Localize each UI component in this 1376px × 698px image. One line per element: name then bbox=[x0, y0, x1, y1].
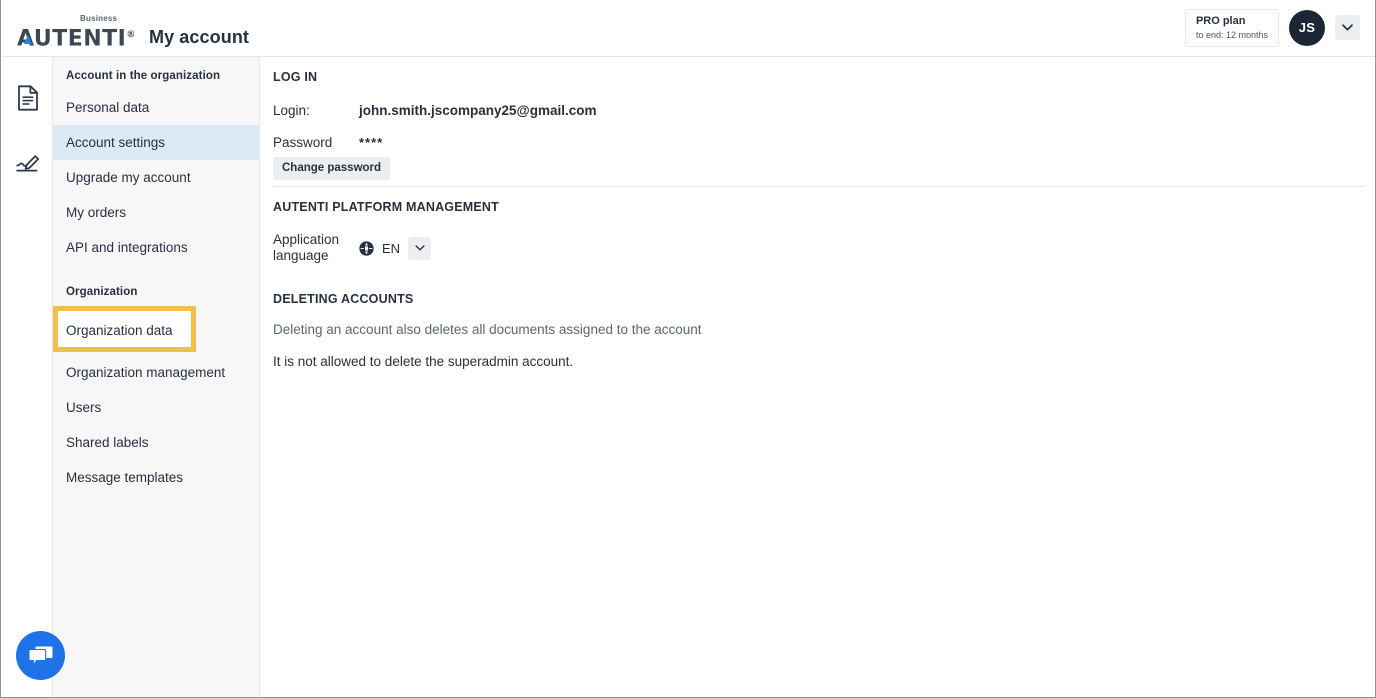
sidebar-item-organization-management[interactable]: Organization management bbox=[53, 355, 259, 390]
document-icon bbox=[17, 84, 38, 111]
avatar-initials: JS bbox=[1298, 20, 1316, 36]
logo-triangle-accent bbox=[24, 35, 32, 44]
deleting-section-notice: It is not allowed to delete the superadm… bbox=[273, 354, 574, 369]
language-dropdown-button[interactable] bbox=[408, 236, 432, 260]
section-divider bbox=[273, 186, 1365, 187]
header-right-cluster: PRO plan to end: 12 months JS bbox=[1184, 9, 1360, 47]
chevron-down-icon bbox=[415, 245, 425, 251]
login-section-heading: LOG IN bbox=[273, 70, 318, 84]
logo-wordmark: AUTENTI® bbox=[17, 26, 136, 52]
plan-badge[interactable]: PRO plan to end: 12 months bbox=[1184, 9, 1279, 47]
plan-name: PRO plan bbox=[1195, 15, 1246, 27]
language-value: EN bbox=[382, 240, 401, 256]
sidebar-item-upgrade-my-account[interactable]: Upgrade my account bbox=[53, 160, 259, 195]
logo-business-label: Business bbox=[80, 14, 118, 23]
chat-widget-button[interactable] bbox=[16, 631, 65, 680]
login-value: john.smith.jscompany25@gmail.com bbox=[359, 103, 597, 118]
application-language-row: Application language EN bbox=[273, 232, 499, 264]
sidebar-item-organization-data-wrapper: Organization data bbox=[53, 306, 259, 355]
login-section: LOG IN Login: john.smith.jscompany25@gma… bbox=[273, 70, 596, 180]
sidebar-item-my-orders[interactable]: My orders bbox=[53, 195, 259, 230]
page-title: My account bbox=[149, 27, 250, 47]
chevron-down-icon bbox=[1342, 24, 1353, 31]
sidebar-item-personal-data[interactable]: Personal data bbox=[53, 90, 259, 125]
app-header: Business AUTENTI® My account PRO plan to… bbox=[2, 0, 1375, 57]
login-row: Login: john.smith.jscompany25@gmail.com bbox=[273, 103, 596, 118]
password-masked-value: **** bbox=[359, 135, 384, 150]
application-language-label: Application language bbox=[273, 232, 340, 263]
signature-pen-icon bbox=[15, 154, 39, 172]
deleting-section-heading: DELETING ACCOUNTS bbox=[273, 292, 414, 306]
platform-management-section: AUTENTI PLATFORM MANAGEMENT Application l… bbox=[273, 200, 499, 264]
sidebar-item-account-settings[interactable]: Account settings bbox=[53, 125, 259, 160]
rail-item-signatures[interactable] bbox=[2, 133, 53, 188]
chat-bubbles-icon bbox=[27, 646, 52, 666]
sidebar-group-label-organization: Organization bbox=[66, 286, 138, 298]
language-selector[interactable]: EN bbox=[359, 236, 432, 260]
globe-icon bbox=[359, 240, 374, 256]
password-row: Password **** bbox=[273, 135, 596, 150]
deleting-accounts-section: DELETING ACCOUNTS Deleting an account al… bbox=[273, 292, 702, 369]
sidebar-group-label-account: Account in the organization bbox=[66, 70, 221, 82]
rail-item-documents[interactable] bbox=[2, 70, 53, 125]
change-password-button[interactable]: Change password bbox=[273, 157, 391, 180]
login-label: Login: bbox=[273, 103, 310, 118]
icon-rail bbox=[2, 57, 53, 697]
logo-registered-mark: ® bbox=[126, 30, 136, 40]
password-label: Password bbox=[273, 135, 333, 150]
sidebar-item-organization-data[interactable]: Organization data bbox=[53, 311, 259, 350]
account-menu-button[interactable] bbox=[1335, 15, 1360, 41]
sidebar-item-users[interactable]: Users bbox=[53, 390, 259, 425]
platform-section-heading: AUTENTI PLATFORM MANAGEMENT bbox=[273, 200, 499, 214]
deleting-section-description: Deleting an account also deletes all doc… bbox=[273, 322, 702, 337]
sidebar-item-api-and-integrations[interactable]: API and integrations bbox=[53, 230, 259, 265]
autenti-logo: Business AUTENTI® bbox=[17, 14, 135, 50]
sidebar-item-shared-labels[interactable]: Shared labels bbox=[53, 425, 259, 460]
sidebar-nav: Account in the organization Personal dat… bbox=[53, 57, 260, 697]
sidebar-item-message-templates[interactable]: Message templates bbox=[53, 460, 259, 495]
plan-expiry: to end: 12 months bbox=[1195, 29, 1268, 40]
brand-logo[interactable]: Business AUTENTI® My account bbox=[17, 8, 250, 50]
browser-viewport: Business AUTENTI® My account PRO plan to… bbox=[0, 0, 1376, 698]
main-content: LOG IN Login: john.smith.jscompany25@gma… bbox=[260, 57, 1375, 697]
avatar[interactable]: JS bbox=[1289, 9, 1325, 46]
